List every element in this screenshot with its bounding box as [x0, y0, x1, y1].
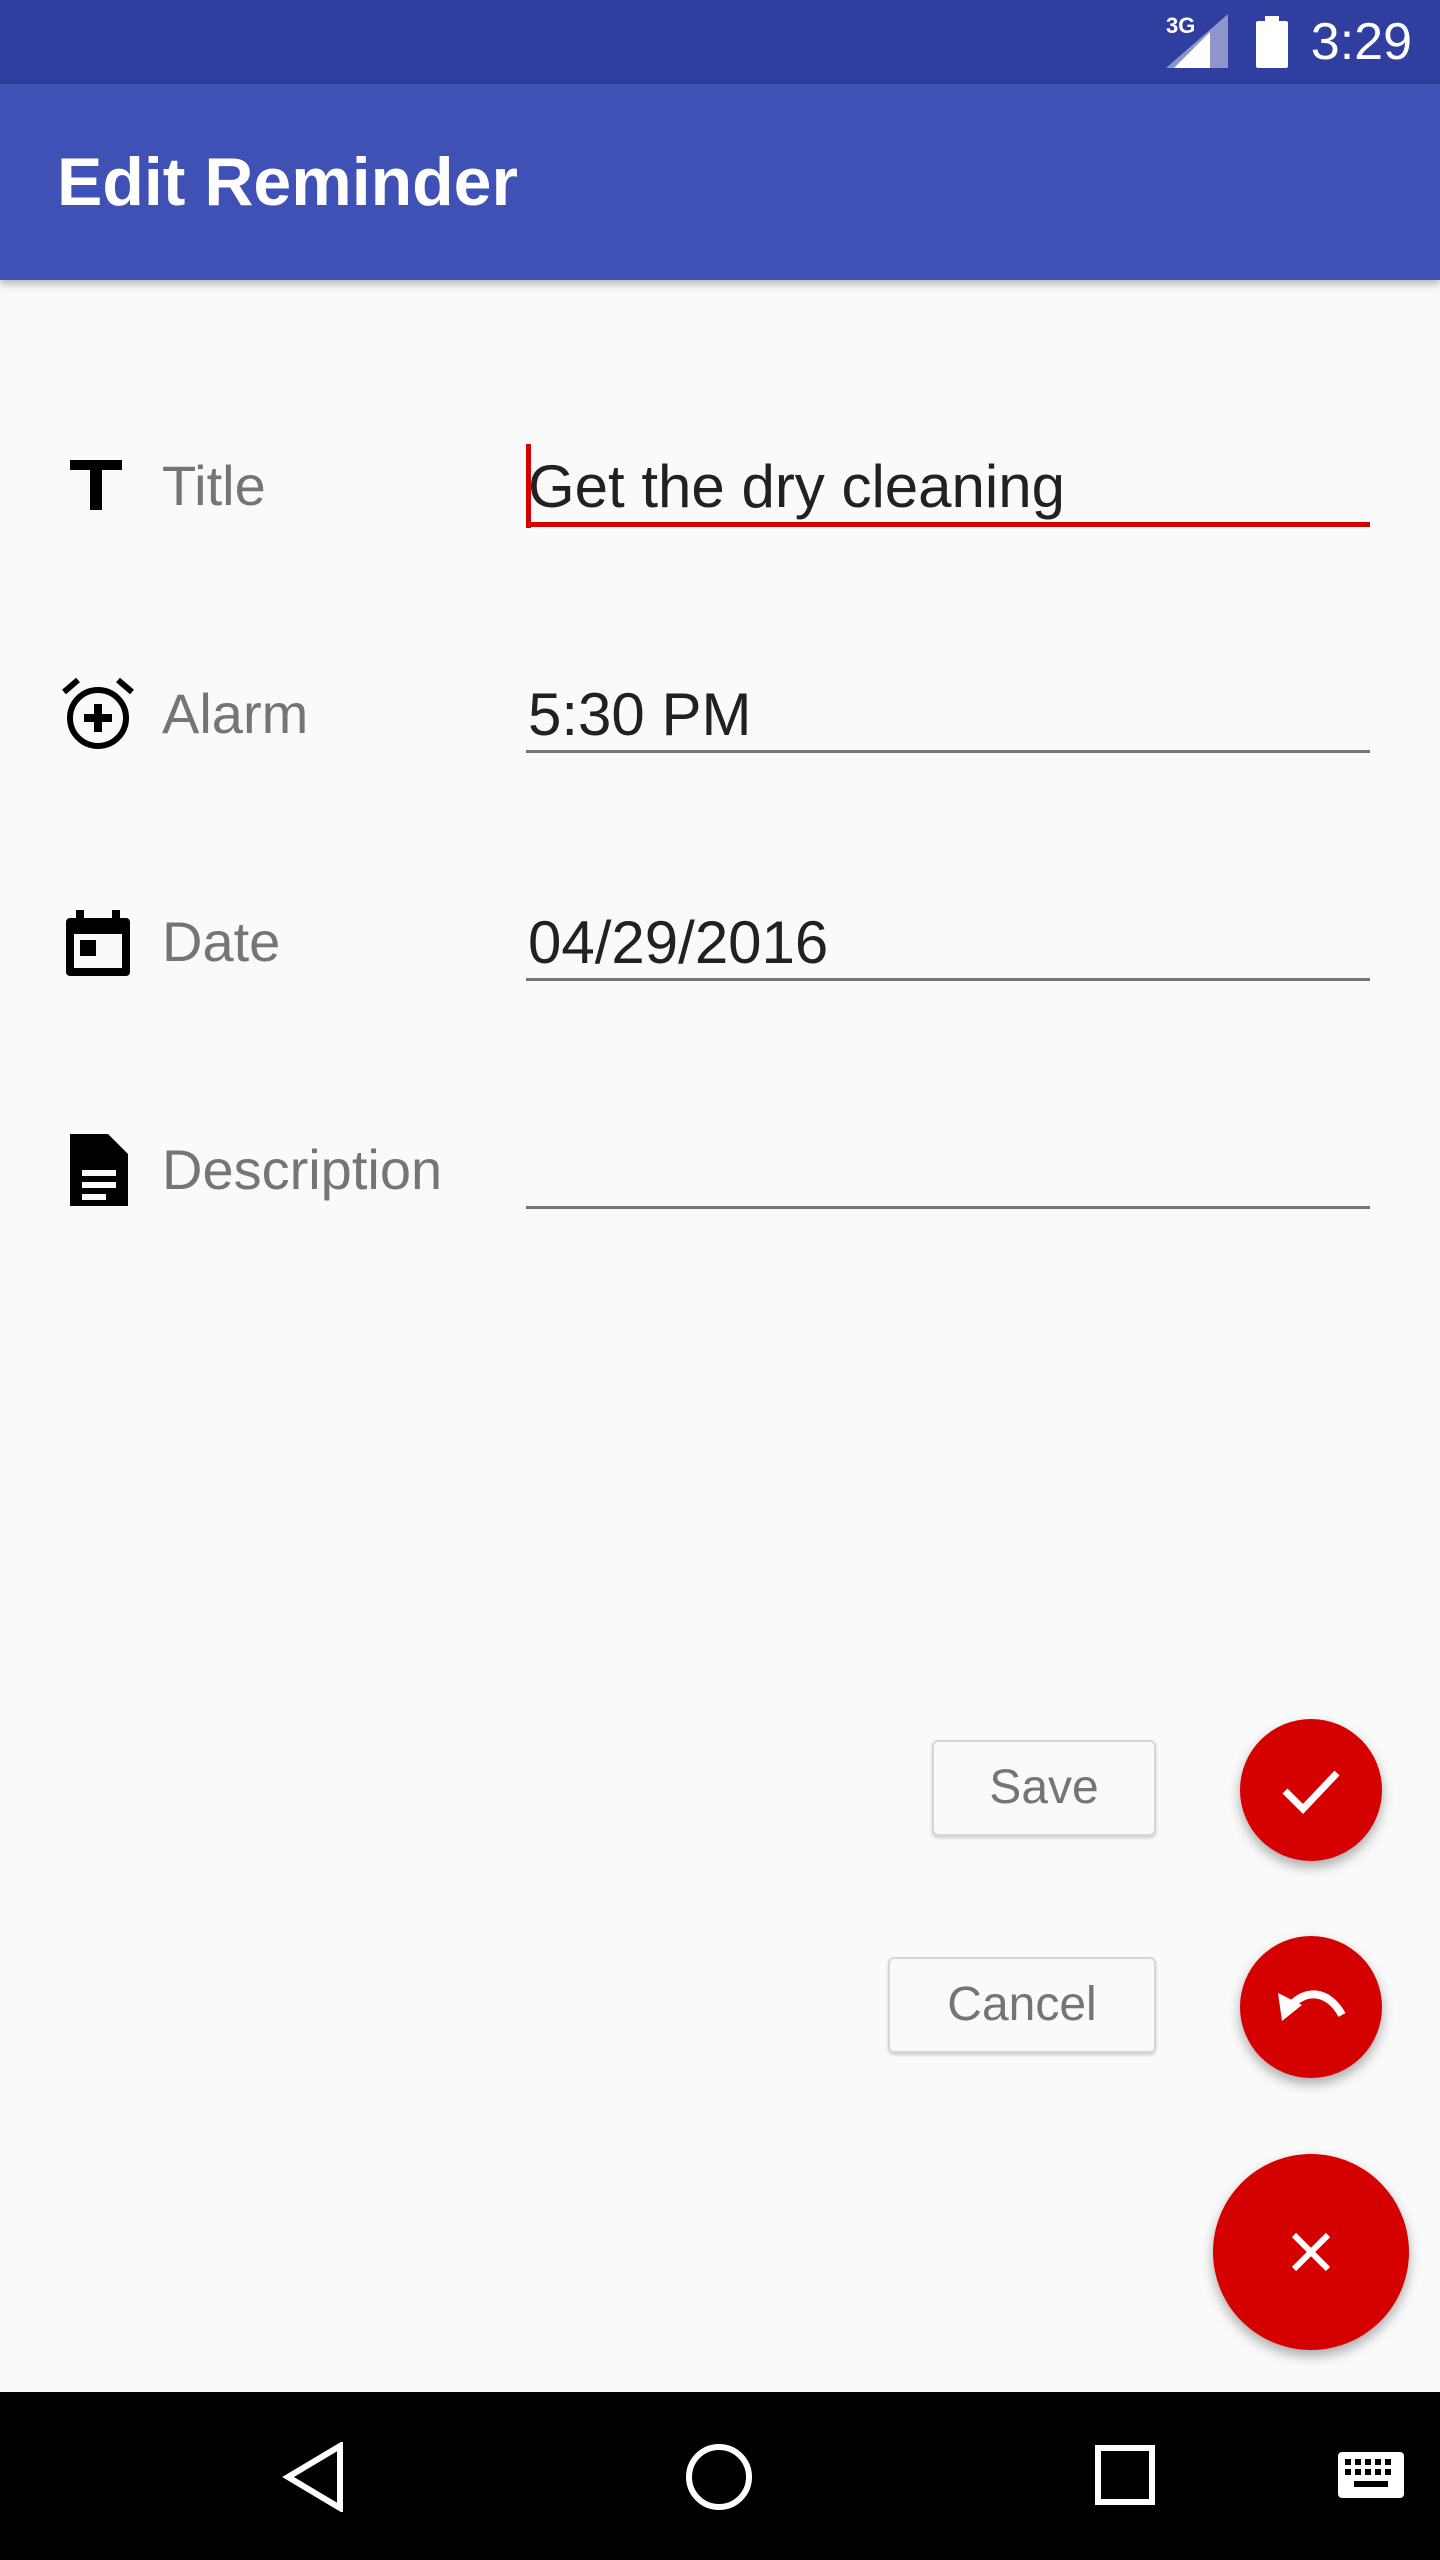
signal-icon — [1166, 14, 1228, 68]
date-value: 04/29/2016 — [528, 909, 829, 976]
close-icon — [1291, 2232, 1331, 2272]
alarm-label: Alarm — [162, 682, 309, 745]
page-title: Edit Reminder — [57, 144, 518, 220]
calendar-icon — [66, 910, 130, 976]
check-icon — [1282, 1770, 1340, 1815]
recents-icon[interactable] — [1094, 2444, 1156, 2506]
title-label: Title — [162, 454, 266, 517]
document-icon — [70, 1134, 128, 1206]
cancel-fab[interactable] — [1240, 1936, 1382, 2078]
text-title-icon — [70, 460, 122, 510]
status-time: 3:29 — [1310, 13, 1412, 71]
close-fab[interactable] — [1213, 2154, 1409, 2350]
date-input[interactable]: 04/29/2016 — [526, 878, 1370, 981]
navigation-bar — [0, 2392, 1440, 2560]
back-icon[interactable] — [282, 2442, 346, 2512]
title-value: Get the dry cleaning — [528, 453, 1065, 520]
save-fab[interactable] — [1240, 1719, 1382, 1861]
description-row: Description — [0, 1106, 1440, 1226]
date-label: Date — [162, 910, 281, 973]
battery-icon — [1256, 16, 1288, 68]
alarm-input[interactable]: 5:30 PM — [526, 650, 1370, 753]
keyboard-icon[interactable] — [1336, 2450, 1406, 2500]
app-bar: Edit Reminder — [0, 84, 1440, 280]
home-icon[interactable] — [684, 2442, 754, 2512]
alarm-value: 5:30 PM — [528, 681, 752, 748]
title-row: Title Get the dry cleaning — [0, 422, 1440, 542]
alarm-add-icon — [62, 677, 134, 749]
title-input[interactable]: Get the dry cleaning — [526, 422, 1370, 528]
description-input[interactable] — [526, 1106, 1370, 1209]
cancel-label[interactable]: Cancel — [888, 1957, 1156, 2053]
save-label[interactable]: Save — [932, 1740, 1156, 1836]
undo-icon — [1278, 1990, 1346, 2021]
status-bar: 3G 3:29 — [0, 0, 1440, 84]
date-row: Date 04/29/2016 — [0, 878, 1440, 998]
alarm-row: Alarm 5:30 PM — [0, 650, 1440, 770]
description-label: Description — [162, 1138, 443, 1201]
